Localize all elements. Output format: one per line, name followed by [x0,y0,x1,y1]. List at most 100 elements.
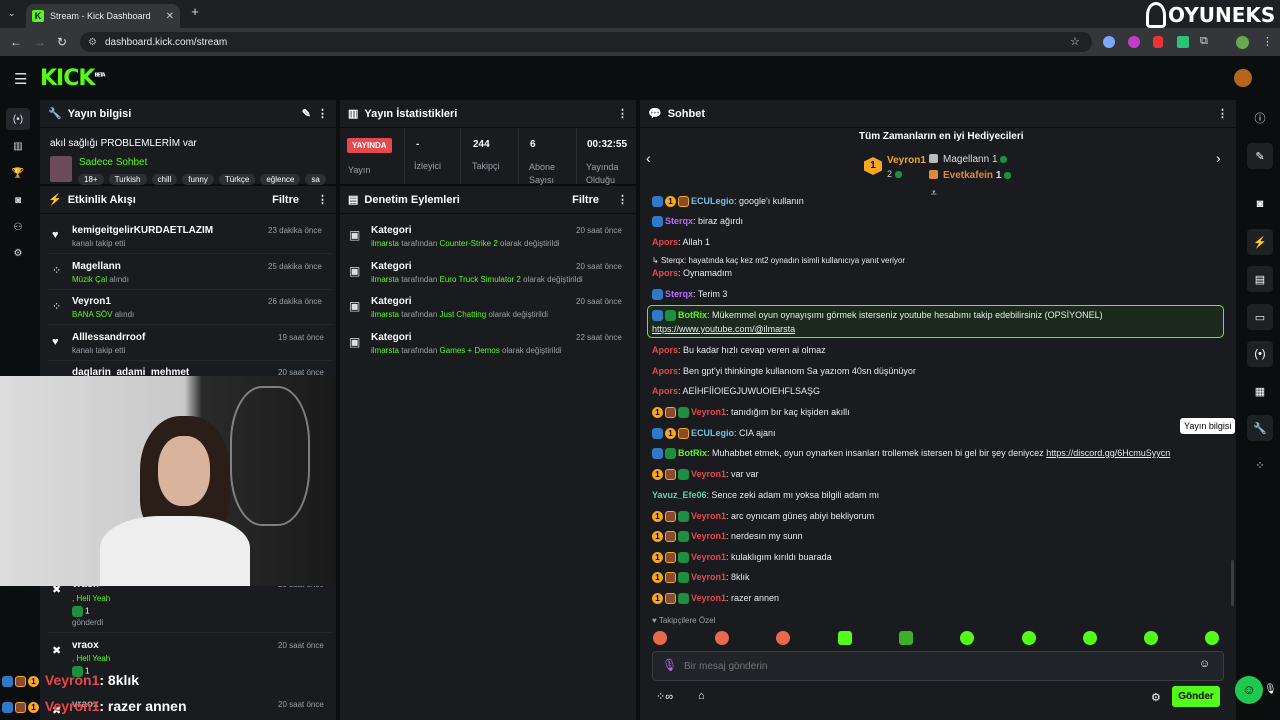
category-name[interactable]: Sadece Sohbet [79,157,147,168]
emote[interactable] [1205,631,1219,645]
stats-more-icon[interactable]: ⋮ [617,107,628,120]
reply-context[interactable]: Sterqx: hayatında kaç kez mt2 oynadın is… [661,256,905,265]
people-icon[interactable]: ⁘ [1247,452,1273,478]
mod-category[interactable]: Just Chatting [440,310,487,319]
edit-icon[interactable]: ✎ [1247,143,1273,169]
chat-username[interactable]: Veyron1 [691,572,726,582]
chat-username[interactable]: Veyron1 [691,511,726,521]
tab-list-icon[interactable]: ⌄ [8,8,16,19]
emote[interactable] [715,631,729,645]
emote[interactable] [1144,631,1158,645]
gifter-3-name[interactable]: Evetkafein [943,170,993,181]
chat-widget-icon[interactable]: ▭ [1247,304,1273,330]
chat-username[interactable]: BotRix [678,448,707,458]
activity-user[interactable]: Magellann [72,261,121,272]
emote[interactable] [1083,631,1097,645]
tab-close-icon[interactable]: ✕ [166,11,174,22]
kick-logo[interactable]: KICKBETA [40,66,106,91]
chat-link[interactable]: https://www.youtube.com/@ilmarsta [652,324,795,334]
emoji-picker-icon[interactable]: ☺ [1199,658,1210,670]
emote[interactable] [899,631,913,645]
mod-category[interactable]: Euro Truck Simulator 2 [440,275,521,284]
mod-category[interactable]: Counter-Strike 2 [440,239,498,248]
new-tab-icon[interactable]: + [188,5,202,19]
moderation-more-icon[interactable]: ⋮ [617,193,628,206]
chat-username[interactable]: Apors [652,237,678,247]
activity-user[interactable]: vraox [72,640,99,651]
clip-icon[interactable]: ◙ [1247,191,1273,217]
sidebar-users-icon[interactable]: ⚇ [6,217,30,237]
chat-username[interactable]: Veyron1 [691,469,726,479]
chat-username[interactable]: ECULegio [691,428,734,438]
sidebar-stream-icon[interactable]: (•) [6,108,30,130]
emote[interactable] [653,631,667,645]
hamburger-menu-icon[interactable]: ☰ [14,70,27,88]
activity-user[interactable]: kemigeitgelirKURDAETLAZIM [72,225,213,236]
profile-avatar-icon[interactable] [1236,36,1249,49]
chat-username[interactable]: Veyron1 [691,407,726,417]
info-icon[interactable]: ⓘ [1247,105,1273,131]
activity-filter-button[interactable]: Filtre [272,194,299,206]
mod-category[interactable]: Games + Demos [440,346,500,355]
mod-user[interactable]: ilmarsta [371,275,399,284]
reload-icon[interactable]: ↻ [57,35,67,49]
notes-icon[interactable]: ▤ [1247,266,1273,292]
emote[interactable] [776,631,790,645]
emote[interactable] [960,631,974,645]
lightning-widget-icon[interactable]: ⚡ [1247,229,1273,255]
wrench-widget-icon[interactable]: 🔧 [1247,415,1273,441]
forward-icon[interactable]: → [34,35,46,49]
extension-4-icon[interactable] [1177,36,1189,48]
chat-username[interactable]: BotRix [678,310,707,320]
chat-username[interactable]: Apors [652,345,678,355]
chat-settings-icon[interactable]: ⚙ [1151,691,1161,704]
collapse-gifters-icon[interactable]: ⩡ [931,188,937,199]
mod-user[interactable]: ilmarsta [371,239,399,248]
emote[interactable] [1022,631,1036,645]
mod-user[interactable]: ilmarsta [371,310,399,319]
extensions-puzzle-icon[interactable]: ⧉ [1200,35,1208,48]
user-avatar[interactable] [1234,69,1252,87]
chat-username[interactable]: Sterqx [665,216,693,226]
chat-more-icon[interactable]: ⋮ [1217,107,1228,120]
chat-username[interactable]: Sterqx [665,289,693,299]
stream-info-more-icon[interactable]: ⋮ [317,107,328,120]
activity-user[interactable]: Veyron1 [72,296,111,307]
chat-username[interactable]: Yavuz_Efe06 [652,490,707,500]
kicks-infinity-icon[interactable]: ⁘∞ [656,690,673,703]
chat-username[interactable]: Veyron1 [691,531,726,541]
support-chat-icon[interactable]: ☺ [1235,676,1263,704]
sidebar-trophy-icon[interactable]: 🏆 [6,163,30,183]
chat-username[interactable]: Apors [652,386,678,396]
address-bar[interactable]: ⚙ dashboard.kick.com/stream [80,32,1092,52]
chat-username[interactable]: ECULegio [691,196,734,206]
chat-username[interactable]: Apors [652,366,678,376]
emote[interactable] [838,631,852,645]
broadcast-icon[interactable]: (•) [1247,341,1273,367]
extension-3-icon[interactable] [1153,36,1163,48]
bookmark-star-icon[interactable]: ☆ [1070,35,1080,48]
activity-more-icon[interactable]: ⋮ [317,193,328,206]
activity-user[interactable]: Alllessandrroof [72,332,145,343]
mic-icon[interactable]: 🎙 [662,658,677,672]
mic-small-icon[interactable]: 🎙 [1264,684,1277,695]
mod-user[interactable]: ilmarsta [371,346,399,355]
store-icon[interactable]: ⌂ [698,690,705,702]
edit-pencil-icon[interactable]: ✎ [302,107,311,120]
send-button[interactable]: Gönder [1172,686,1220,707]
moderation-filter-button[interactable]: Filtre [572,194,599,206]
chat-scrollbar[interactable] [1231,560,1234,606]
chat-username[interactable]: Apors [652,268,678,278]
extension-2-icon[interactable] [1128,36,1140,48]
gifters-next-icon[interactable]: › [1216,150,1221,166]
sidebar-settings-icon[interactable]: ⚙ [6,243,30,263]
chat-message-input[interactable] [684,656,1184,676]
gifter-1-name[interactable]: Veyron1 [887,155,926,166]
gifter-2-name[interactable]: Magellann [943,154,989,165]
sidebar-analytics-icon[interactable]: ▥ [6,136,30,156]
layout-icon[interactable]: ▦ [1247,378,1273,404]
chat-link[interactable]: https://discord.gg/6HcmuSyycn [1046,448,1170,458]
browser-tab[interactable]: K Stream - Kick Dashboard ✕ [26,4,180,28]
chat-username[interactable]: Veyron1 [691,552,726,562]
extension-1-icon[interactable] [1103,36,1115,48]
